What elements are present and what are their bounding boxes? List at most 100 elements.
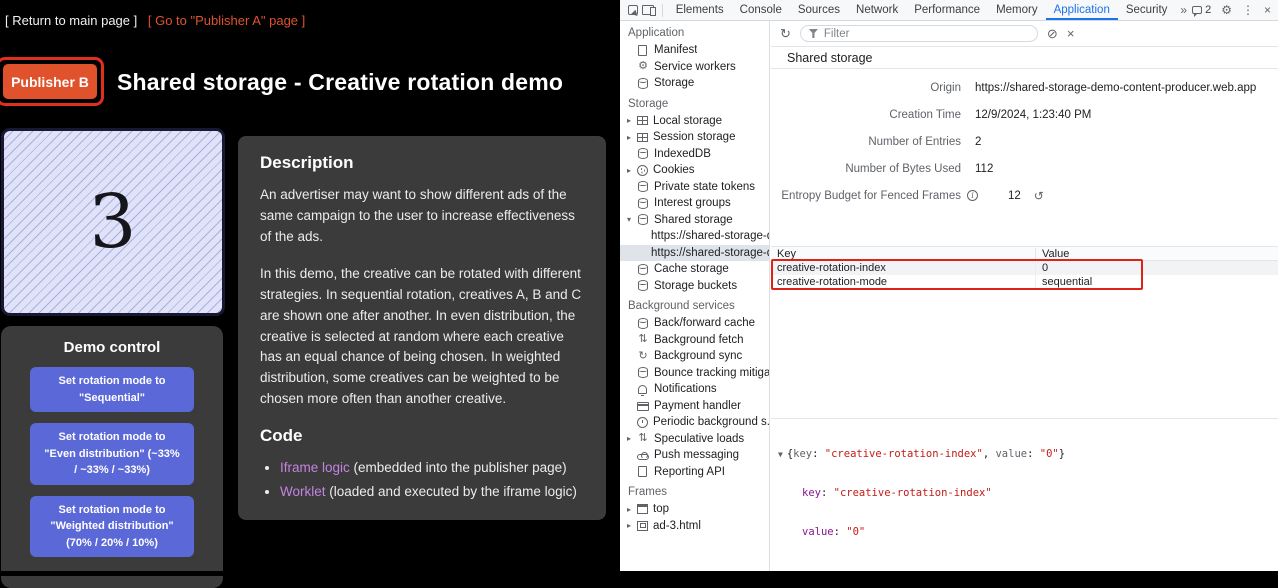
preview-property-key: key: "creative-rotation-index" [778,487,1271,500]
inspect-element-icon[interactable] [627,0,639,20]
bullet-text: (embedded into the publisher page) [350,460,567,475]
document-icon [638,466,647,477]
sidebar-item-speculative-loads[interactable]: ▸ ⇅ Speculative loads [620,431,769,448]
tab-console[interactable]: Console [732,0,790,20]
tab-elements[interactable]: Elements [668,0,732,20]
item-label: Periodic background s... [653,416,769,428]
sidebar-item-frame-top[interactable]: ▸ top [620,501,769,518]
sidebar-item-reporting-api[interactable]: Reporting API [620,464,769,481]
item-label: Reporting API [654,466,725,478]
sidebar-item-payment-handler[interactable]: Payment handler [620,398,769,415]
table-grid-icon [637,133,648,142]
payment-card-icon [637,402,649,411]
sidebar-item-local-storage[interactable]: ▸ Local storage [620,113,769,130]
document-icon [638,45,647,56]
device-icon [642,5,654,15]
preview-token: : [821,487,834,499]
info-icon[interactable]: i [967,190,978,201]
item-label: Payment handler [654,400,741,412]
section-storage[interactable]: Storage [620,92,769,113]
refresh-icon[interactable]: ↻ [780,27,791,40]
kebab-menu-icon[interactable]: ⋮ [1242,4,1254,16]
frame-icon [637,504,648,514]
chevron-down-icon: ▾ [627,215,637,224]
filter-box[interactable] [800,25,1038,42]
close-icon[interactable]: × [1067,27,1075,40]
tab-application[interactable]: Application [1046,0,1118,20]
set-weighted-distribution-button[interactable]: Set rotation mode to "Weighted distribut… [30,496,194,558]
sidebar-item-push-messaging[interactable]: Push messaging [620,447,769,464]
return-to-main-link[interactable]: [ Return to main page ] [5,13,137,28]
sidebar-item-storage[interactable]: Storage [620,75,769,92]
up-down-arrows-icon: ⇅ [637,334,649,345]
sidebar-item-periodic-background-sync[interactable]: Periodic background s... [620,414,769,431]
sidebar-item-frame-ad3[interactable]: ▸ ad-3.html [620,518,769,535]
sidebar-item-background-fetch[interactable]: ⇅ Background fetch [620,332,769,349]
settings-gear-icon[interactable]: ⚙ [1221,4,1232,16]
tab-performance[interactable]: Performance [906,0,988,20]
tabbar-right-controls: 2 ⚙ ⋮ × [1192,4,1278,16]
console-messages-badge[interactable]: 2 [1192,4,1211,16]
column-header-key[interactable]: Key [771,248,1036,260]
chevron-right-icon: ▸ [627,116,637,125]
preview-string: "creative-rotation-index" [825,448,983,460]
toggle-device-toolbar-icon[interactable] [642,0,654,20]
tab-memory[interactable]: Memory [988,0,1046,20]
item-label: Manifest [654,44,697,56]
iframe-icon [637,521,648,531]
close-devtools-icon[interactable]: × [1264,4,1271,16]
meta-label: Origin [771,82,961,94]
sidebar-item-back-forward-cache[interactable]: Back/forward cache [620,315,769,332]
set-sequential-button[interactable]: Set rotation mode to "Sequential" [30,367,194,412]
sidebar-item-cookies[interactable]: ▸ Cookies [620,162,769,179]
sidebar-item-storage-buckets[interactable]: Storage buckets [620,278,769,295]
tab-network[interactable]: Network [848,0,906,20]
column-header-value[interactable]: Value [1036,248,1069,260]
sidebar-item-session-storage[interactable]: ▸ Session storage [620,129,769,146]
section-frames[interactable]: Frames [620,480,769,501]
sidebar-item-background-sync[interactable]: ↻ Background sync [620,348,769,365]
devtools-tabbar: Elements Console Sources Network Perform… [620,0,1278,21]
tab-security[interactable]: Security [1118,0,1176,20]
meta-value: https://shared-storage-demo-content-prod… [961,82,1256,94]
table-row-creative-rotation-index[interactable]: creative-rotation-index 0 [771,261,1278,275]
sidebar-item-bounce-tracking[interactable]: Bounce tracking mitiga... [620,365,769,382]
filter-input[interactable] [824,28,1029,40]
iframe-logic-link[interactable]: Iframe logic [280,460,350,475]
cookie-icon [637,165,648,176]
reset-budget-icon[interactable]: ↺ [1034,189,1044,203]
sidebar-item-shared-storage[interactable]: ▾ Shared storage [620,212,769,229]
clear-all-icon[interactable]: ⊘ [1047,27,1058,40]
sidebar-item-private-state-tokens[interactable]: Private state tokens [620,179,769,196]
storage-toolbar: ↻ ⊘ × [771,21,1278,47]
table-row-creative-rotation-mode[interactable]: creative-rotation-mode sequential [771,275,1278,289]
database-icon [638,280,648,291]
publisher-b-button[interactable]: Publisher B [3,64,97,99]
entry-preview-pane: ▼{key: "creative-rotation-index", value:… [771,418,1278,571]
go-to-publisher-a-link[interactable]: [ Go to "Publisher A" page ] [148,13,305,28]
item-label: Shared storage [654,214,733,226]
sidebar-item-interest-groups[interactable]: Interest groups [620,195,769,212]
item-label: https://shared-storage-d... [651,247,769,259]
sidebar-item-shared-storage-origin-1[interactable]: https://shared-storage-d... [620,228,769,245]
description-heading: Description [260,153,584,173]
tab-sources[interactable]: Sources [790,0,848,20]
disclosure-triangle-icon[interactable]: ▼ [778,448,783,461]
sidebar-item-shared-storage-origin-2[interactable]: https://shared-storage-d... [620,245,769,262]
sidebar-item-cache-storage[interactable]: Cache storage [620,261,769,278]
worklet-link[interactable]: Worklet [280,484,326,499]
sidebar-item-manifest[interactable]: Manifest [620,42,769,59]
preview-property-value: value: "0" [778,526,1271,539]
sidebar-item-notifications[interactable]: Notifications [620,381,769,398]
set-even-distribution-button[interactable]: Set rotation mode to "Even distribution"… [30,423,194,485]
property-value: "creative-rotation-index" [834,487,992,499]
preview-token: : [812,448,825,460]
sidebar-item-indexeddb[interactable]: IndexedDB [620,146,769,163]
item-label: IndexedDB [654,148,711,160]
sidebar-item-service-workers[interactable]: ⚙ Service workers [620,59,769,76]
table-header: Key Value [771,246,1278,261]
more-tabs-icon[interactable]: » [1175,0,1192,20]
item-label: Notifications [654,383,717,395]
section-background-services[interactable]: Background services [620,294,769,315]
section-application[interactable]: Application [620,21,769,42]
